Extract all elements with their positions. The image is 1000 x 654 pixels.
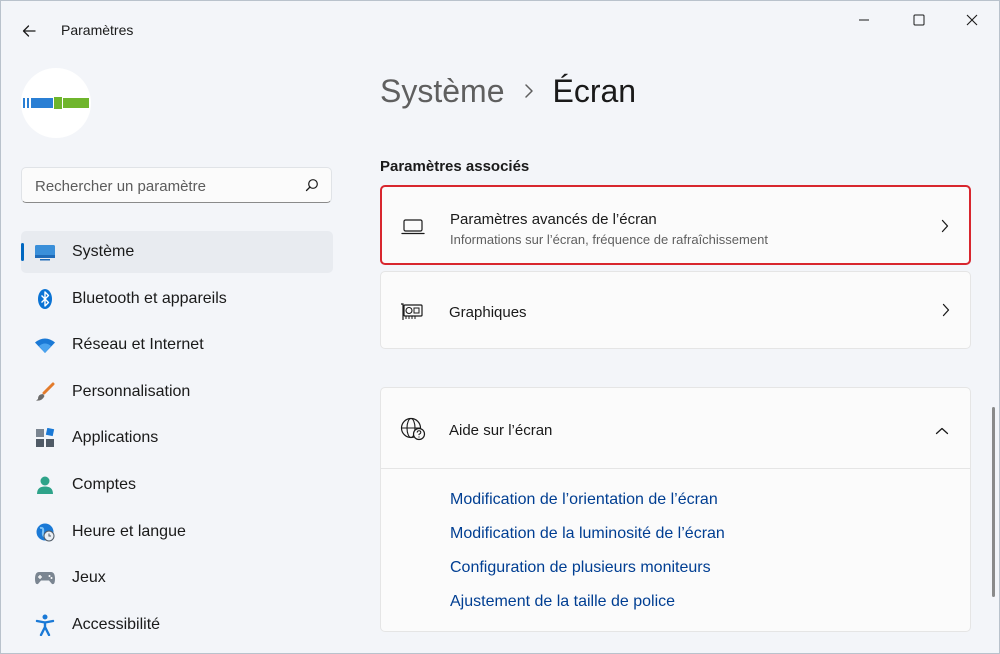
bluetooth-icon xyxy=(34,288,56,310)
wifi-icon xyxy=(34,334,56,356)
graphics-card[interactable]: Graphiques xyxy=(380,271,971,349)
sidebar-item-personnalisation[interactable]: Personnalisation xyxy=(21,371,333,413)
brand-logo-icon xyxy=(23,97,89,109)
search-icon[interactable] xyxy=(305,178,319,192)
page-title: Écran xyxy=(552,72,637,109)
search-box[interactable] xyxy=(21,167,332,204)
help-link-orientation[interactable]: Modification de l’orientation de l’écran xyxy=(450,491,718,509)
apps-icon xyxy=(34,427,56,449)
maximize-icon xyxy=(913,14,925,26)
help-link-moniteurs[interactable]: Configuration de plusieurs moniteurs xyxy=(450,559,711,577)
chevron-right-icon xyxy=(941,219,949,238)
app-title: Paramètres xyxy=(61,22,134,38)
sidebar-item-label: Réseau et Internet xyxy=(72,336,204,354)
sidebar-item-label: Bluetooth et appareils xyxy=(72,289,227,307)
close-button[interactable] xyxy=(949,7,995,33)
laptop-icon xyxy=(401,219,425,240)
search-input[interactable] xyxy=(22,168,307,204)
sidebar-item-label: Système xyxy=(72,243,135,260)
minimize-button[interactable] xyxy=(841,7,887,33)
breadcrumb: Système Écran xyxy=(380,69,636,113)
scrollbar-thumb[interactable] xyxy=(992,407,995,597)
close-icon xyxy=(966,14,978,26)
breadcrumb-parent[interactable]: Système xyxy=(380,73,504,110)
arrow-left-icon xyxy=(22,25,36,37)
minimize-icon xyxy=(859,19,869,21)
sidebar-item-bluetooth[interactable]: Bluetooth et appareils xyxy=(21,278,333,320)
title-bar: Paramètres xyxy=(1,1,999,57)
sidebar-item-reseau[interactable]: Réseau et Internet xyxy=(21,324,333,366)
card-subtitle: Informations sur l’écran, fréquence de r… xyxy=(450,232,768,247)
sidebar-item-heure-langue[interactable]: Heure et langue xyxy=(21,511,333,553)
chevron-right-icon xyxy=(524,83,534,99)
help-panel: Aide sur l’écran Modification de l’orien… xyxy=(380,387,971,632)
back-button[interactable] xyxy=(13,15,45,47)
sidebar-item-jeux[interactable]: Jeux xyxy=(21,557,333,599)
card-title: Graphiques xyxy=(449,304,527,321)
help-link-luminosite[interactable]: Modification de la luminosité de l’écran xyxy=(450,525,725,543)
help-link-taille-police[interactable]: Ajustement de la taille de police xyxy=(450,593,675,611)
account-icon xyxy=(34,474,56,496)
sidebar-item-label: Jeux xyxy=(72,569,106,587)
graphics-card-icon xyxy=(400,302,424,327)
user-avatar[interactable] xyxy=(21,68,91,138)
help-panel-header[interactable]: Aide sur l’écran xyxy=(381,388,970,469)
sidebar-item-label: Personnalisation xyxy=(72,382,191,400)
section-heading: Paramètres associés xyxy=(380,158,530,175)
sidebar-item-label: Applications xyxy=(72,429,159,447)
sidebar-item-systeme[interactable]: Système xyxy=(21,231,333,273)
advanced-display-card[interactable]: Paramètres avancés de l’écran Informatio… xyxy=(380,185,971,265)
sidebar-item-applications[interactable]: Applications xyxy=(21,417,333,459)
chevron-right-icon xyxy=(942,303,950,322)
sidebar-item-accessibilite[interactable]: Accessibilité xyxy=(21,604,333,646)
sidebar-item-label: Comptes xyxy=(72,475,137,493)
card-title: Paramètres avancés de l’écran xyxy=(450,211,657,228)
gamepad-icon xyxy=(34,567,56,589)
paintbrush-icon xyxy=(34,381,56,403)
sidebar-item-label: Heure et langue xyxy=(72,522,186,540)
sidebar-item-comptes[interactable]: Comptes xyxy=(21,464,333,506)
chevron-up-icon xyxy=(935,422,949,440)
maximize-button[interactable] xyxy=(896,7,942,33)
web-help-icon xyxy=(400,417,426,446)
globe-clock-icon xyxy=(34,521,56,543)
help-panel-title: Aide sur l’écran xyxy=(449,422,553,439)
sidebar-item-label: Accessibilité xyxy=(72,615,161,633)
sidebar-nav: Système Bluetooth et appareils Réseau et… xyxy=(21,231,333,650)
monitor-icon xyxy=(34,241,56,263)
accessibility-icon xyxy=(34,614,56,636)
settings-window: Paramètres Système xyxy=(0,0,1000,654)
